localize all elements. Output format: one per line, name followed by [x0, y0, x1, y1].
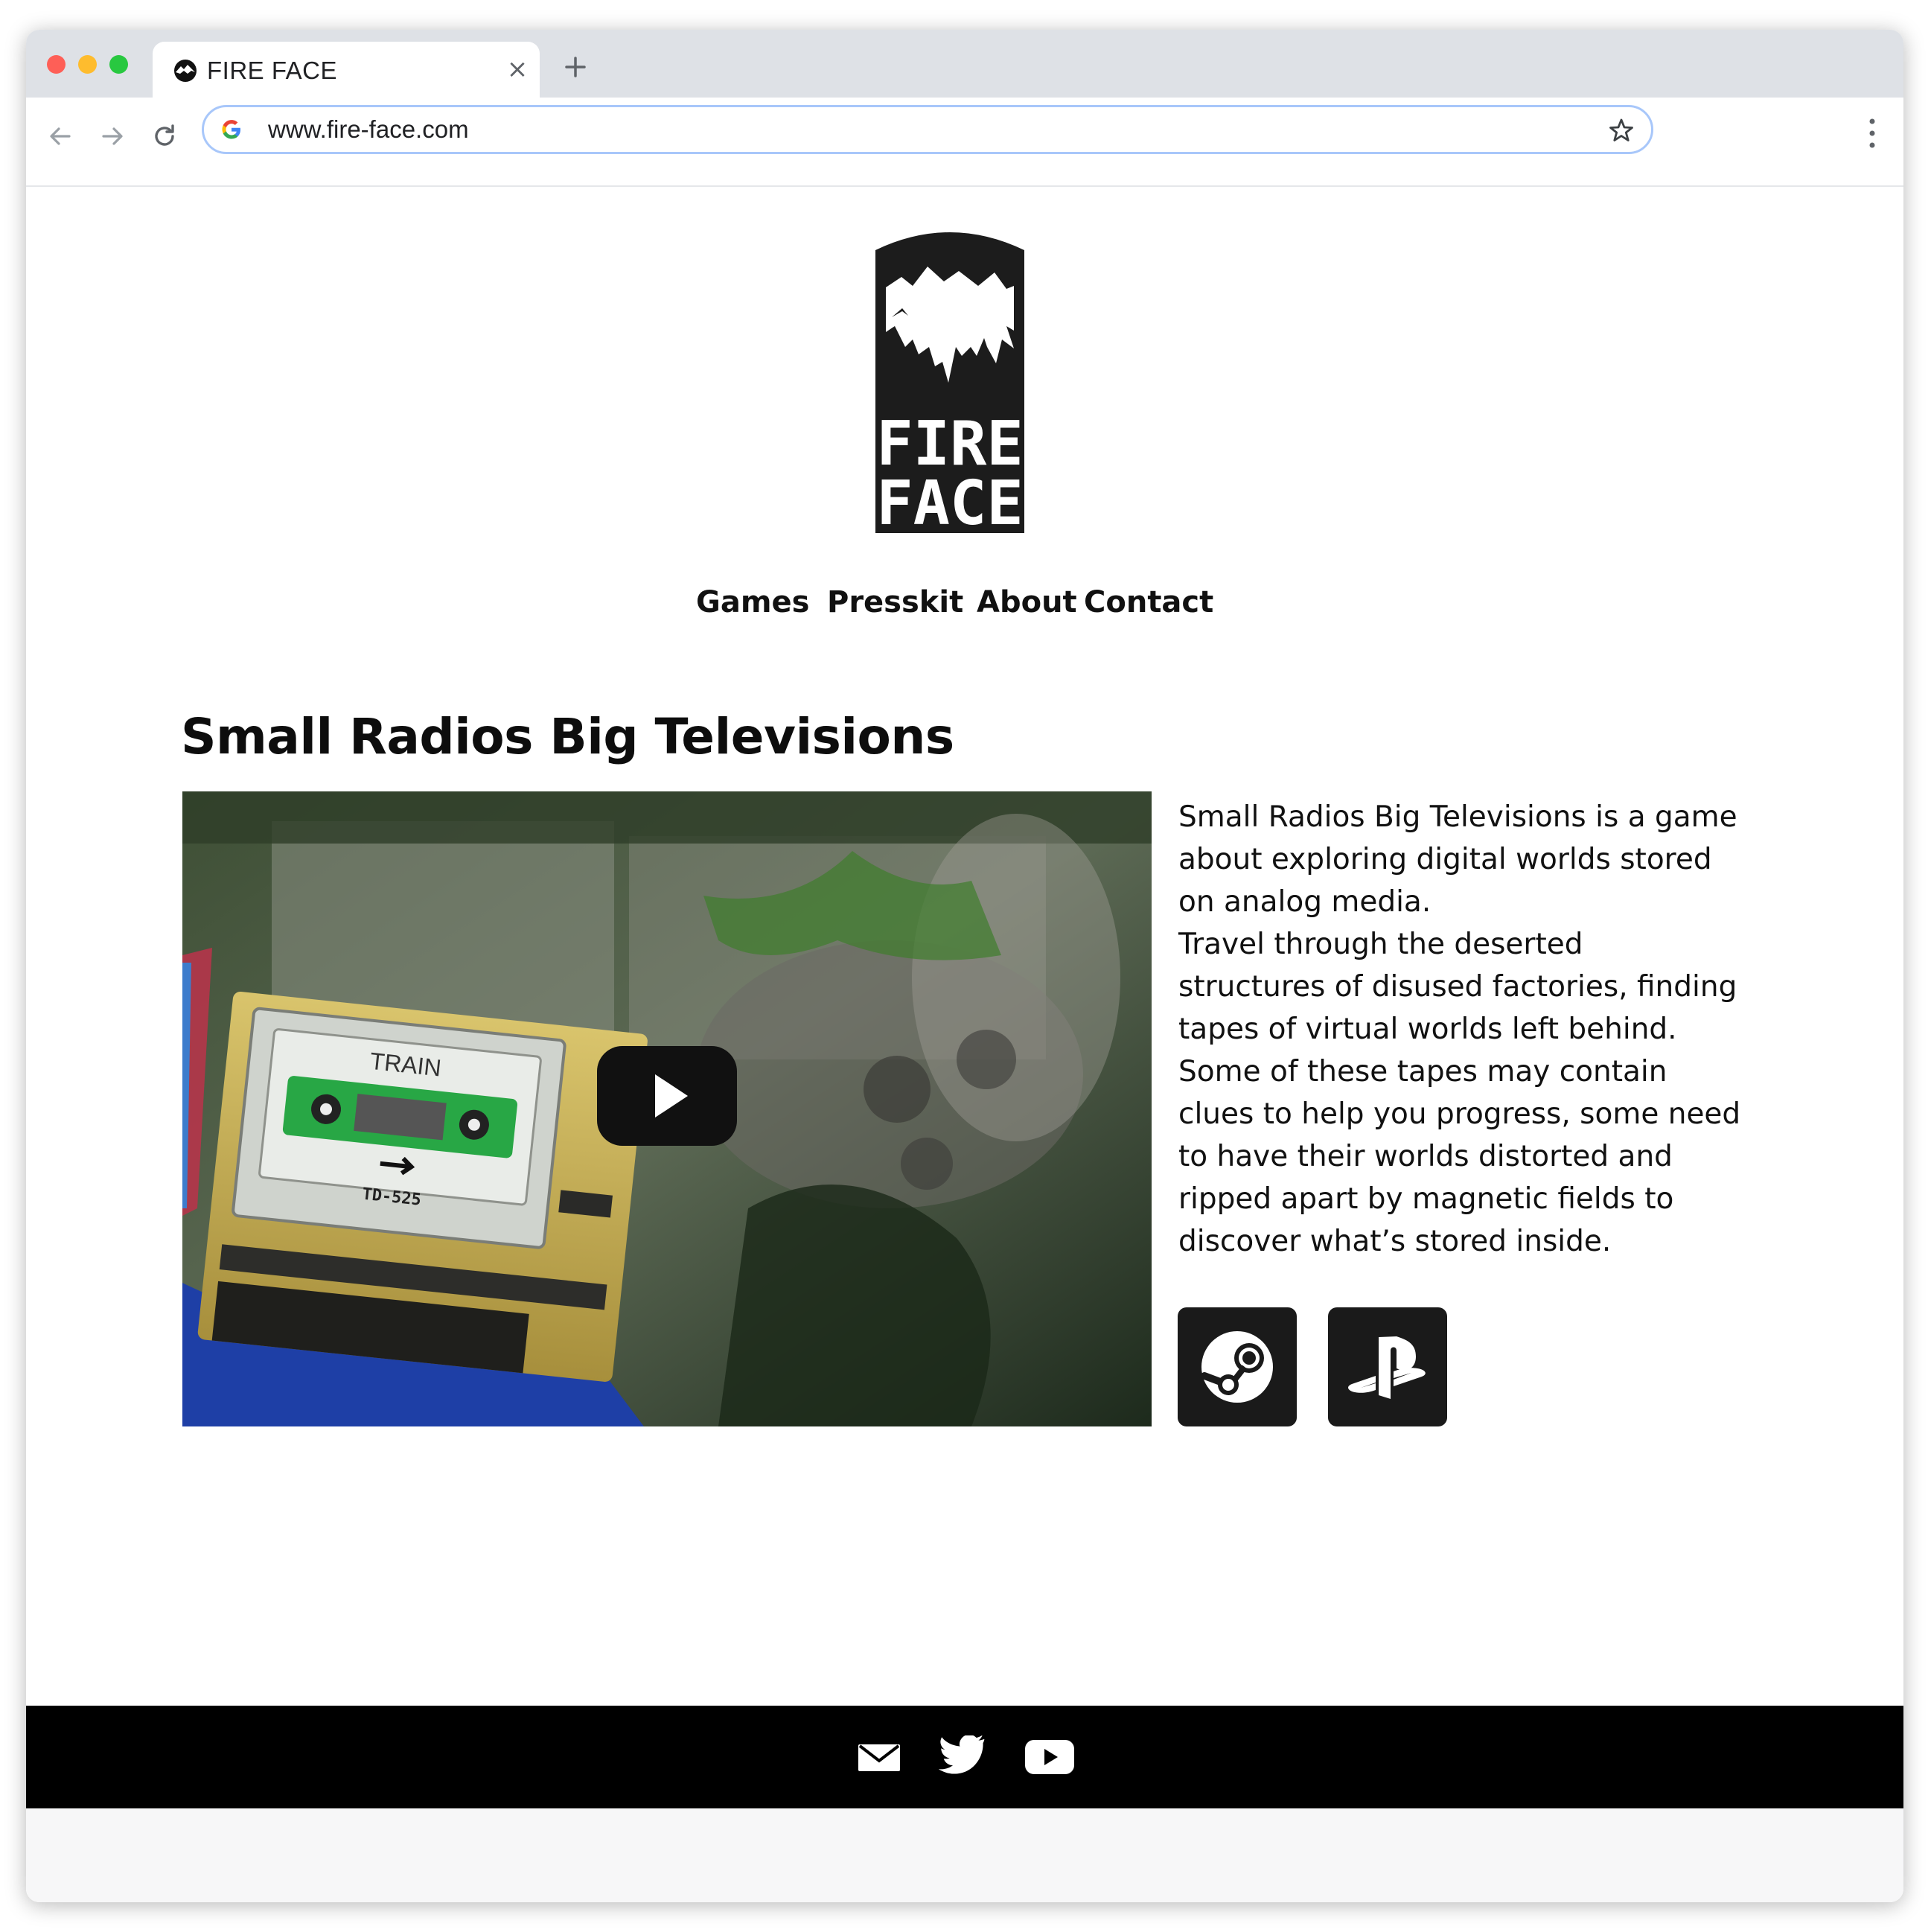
game-description: Small Radios Big Televisions is a game a…	[1178, 796, 1774, 1263]
description-line: Small Radios Big Televisions is a game	[1178, 800, 1737, 834]
steam-store-button[interactable]	[1178, 1307, 1297, 1426]
description-line: Some of these tapes may contain	[1178, 1055, 1667, 1088]
reload-icon[interactable]	[150, 121, 179, 151]
browser-window: FIRE FACE × www.fire-face.com FIRE FACE …	[26, 30, 1903, 1902]
page-bottom-area	[26, 1808, 1903, 1902]
description-line: tapes of virtual worlds left behind.	[1178, 1013, 1677, 1046]
browser-tab-active[interactable]: FIRE FACE ×	[153, 42, 540, 98]
site-footer	[26, 1706, 1903, 1808]
nav-presskit-link[interactable]: Presskit	[827, 585, 963, 619]
fire-face-logo[interactable]: FIRE FACE	[875, 228, 1024, 533]
steam-icon	[1201, 1331, 1273, 1403]
main-nav: Games Presskit About Contact	[26, 585, 1903, 630]
logo-text-face: FACE	[876, 468, 1023, 533]
description-line: ripped apart by magnetic fields to	[1178, 1182, 1674, 1216]
game-title: Small Radios Big Televisions	[181, 708, 954, 765]
description-line: clues to help you progress, some need	[1178, 1097, 1741, 1131]
close-window-button[interactable]	[47, 55, 66, 74]
playstation-store-button[interactable]	[1328, 1307, 1447, 1426]
minimize-window-button[interactable]	[78, 55, 97, 74]
playstation-icon	[1348, 1336, 1426, 1399]
address-bar[interactable]: www.fire-face.com	[202, 105, 1653, 154]
favicon-icon	[174, 60, 197, 82]
tab-close-icon[interactable]: ×	[506, 57, 529, 82]
web-page: FIRE FACE Games Presskit About Contact S…	[26, 187, 1903, 1902]
description-line: Travel through the deserted	[1178, 928, 1583, 961]
youtube-icon[interactable]	[1024, 1735, 1076, 1779]
browser-toolbar: www.fire-face.com	[26, 98, 1903, 187]
play-button-icon[interactable]	[597, 1046, 737, 1146]
description-line: discover what’s stored inside.	[1178, 1225, 1612, 1258]
mail-icon[interactable]	[857, 1735, 901, 1779]
tab-title: FIRE FACE	[207, 57, 338, 84]
maximize-window-button[interactable]	[109, 55, 128, 74]
new-tab-icon[interactable]	[561, 52, 590, 82]
trailer-video[interactable]: TRAIN TD-525	[182, 791, 1152, 1426]
tab-bar: FIRE FACE ×	[26, 30, 1903, 98]
forward-arrow-icon[interactable]	[98, 121, 127, 151]
google-icon	[222, 120, 240, 139]
nav-about-link[interactable]: About	[977, 585, 1077, 619]
nav-contact-link[interactable]: Contact	[1084, 585, 1213, 619]
bookmark-star-icon[interactable]	[1608, 117, 1635, 144]
screenshot-canvas: FIRE FACE × www.fire-face.com FIRE FACE …	[0, 0, 1931, 1932]
description-line: on analog media.	[1178, 885, 1432, 919]
nav-games-link[interactable]: Games	[696, 585, 809, 619]
back-arrow-icon[interactable]	[45, 121, 75, 151]
description-line: about exploring digital worlds stored	[1178, 843, 1712, 876]
browser-menu-icon[interactable]	[1868, 115, 1877, 151]
twitter-icon[interactable]	[939, 1735, 988, 1779]
url-text: www.fire-face.com	[268, 115, 469, 143]
description-line: structures of disused factories, finding	[1178, 970, 1737, 1004]
description-line: to have their worlds distorted and	[1178, 1140, 1673, 1173]
